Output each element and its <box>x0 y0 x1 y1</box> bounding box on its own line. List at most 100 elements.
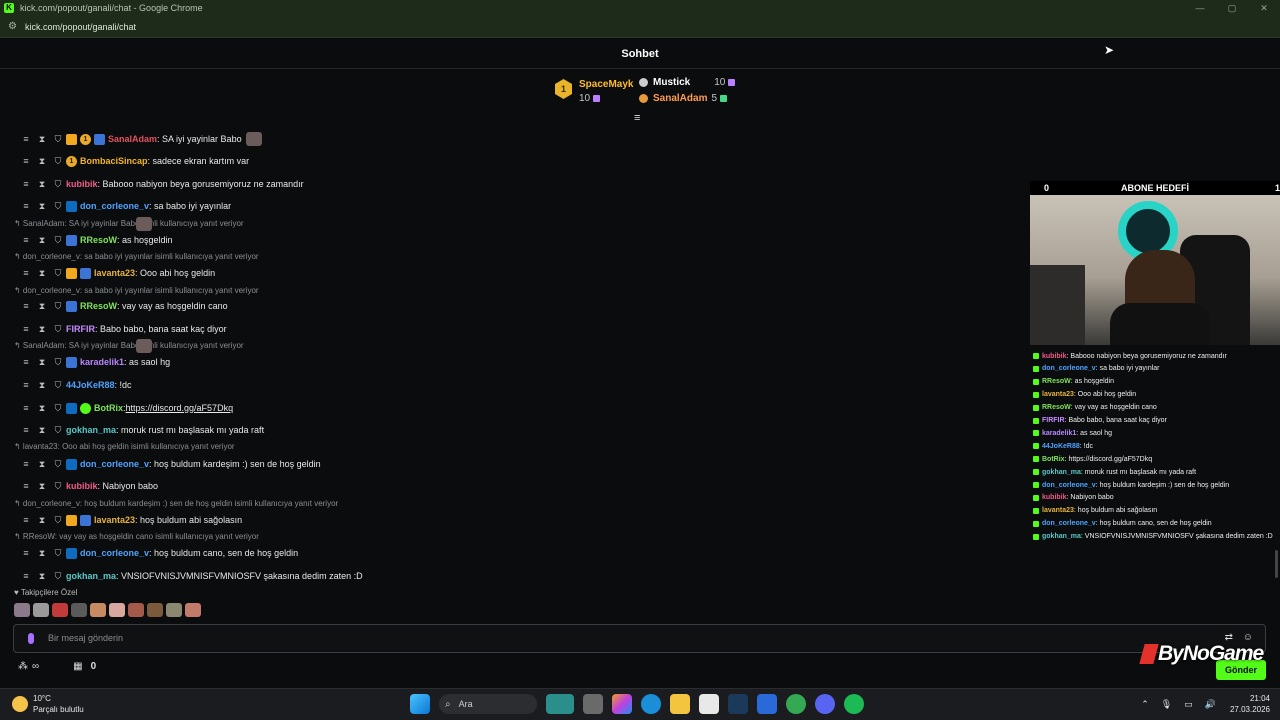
chat-message[interactable]: ≡ ⧗ ⛉ gokhan_ma: VNSIOFVNISJVMNISFVMNIOSFV … <box>18 570 362 582</box>
gift-counter-icon[interactable]: ⁂ <box>18 661 28 672</box>
clock[interactable]: 21:04 27.03.2026 <box>1230 693 1270 715</box>
emote-icon[interactable] <box>52 603 68 617</box>
emote-icon[interactable] <box>147 603 163 617</box>
network-icon[interactable]: ▭ <box>1184 699 1193 710</box>
ban-icon[interactable]: ⛉ <box>50 459 66 470</box>
ban-icon[interactable]: ⛉ <box>50 179 66 190</box>
delete-icon[interactable]: ≡ <box>18 548 34 558</box>
timeout-icon[interactable]: ⧗ <box>34 403 50 414</box>
chat-username[interactable]: gokhan_ma <box>66 571 116 581</box>
leader-name[interactable]: SpaceMayk <box>579 79 633 90</box>
timeout-icon[interactable]: ⧗ <box>34 515 50 526</box>
ban-icon[interactable]: ⛉ <box>50 134 66 145</box>
reply-reference[interactable]: ↰ SanalAdam: SA iyi yayinlar Babo <box>14 219 139 228</box>
url-text[interactable]: kick.com/popout/ganali/chat <box>25 22 136 32</box>
reply-reference[interactable]: ↰ don_corleone_v: hoş buldum kardeşim :)… <box>14 499 338 508</box>
timeout-icon[interactable]: ⧗ <box>34 481 50 492</box>
chat-username[interactable]: RResoW <box>80 235 117 245</box>
chat-message-list[interactable]: ≡ ⧗ ⛉ 1 SanalAdam: SA iyi yayinlar Babo ≡ ⧗ ⛉ 1 B… <box>0 120 1030 582</box>
reply-reference[interactable]: ↰ don_corleone_v: sa babo iyi yayınlar i… <box>14 252 259 261</box>
reply-reference[interactable]: isimli kullanıcıya yanıt veriyor <box>140 341 244 350</box>
ban-icon[interactable]: ⛉ <box>50 380 66 391</box>
delete-icon[interactable]: ≡ <box>18 481 34 491</box>
chat-message[interactable]: ≡ ⧗ ⛉ lavanta23: Ooo abi hoş geldin <box>18 267 215 279</box>
timeout-icon[interactable]: ⧗ <box>34 425 50 436</box>
reply-reference[interactable]: ↰ SanalAdam: SA iyi yayinlar Babo <box>14 341 139 350</box>
leader-name[interactable]: SanalAdam <box>653 93 707 104</box>
chat-message[interactable]: ≡ ⧗ ⛉ don_corleone_v: hoş buldum cano, sen … <box>18 547 298 559</box>
maximize-button[interactable]: ▢ <box>1216 0 1248 16</box>
ban-icon[interactable]: ⛉ <box>50 515 66 526</box>
chat-link[interactable]: https://discord.gg/aF57Dkq <box>126 403 234 413</box>
ban-icon[interactable]: ⛉ <box>50 235 66 246</box>
ban-icon[interactable]: ⛉ <box>50 156 66 167</box>
timeout-icon[interactable]: ⧗ <box>34 156 50 167</box>
chat-message[interactable]: ≡ ⧗ ⛉ kubibik: Nabiyon babo <box>18 480 158 492</box>
close-button[interactable]: ✕ <box>1248 0 1280 16</box>
ban-icon[interactable]: ⛉ <box>50 268 66 279</box>
microphone-tray-icon[interactable]: 🎙 <box>1161 699 1172 710</box>
reply-reference[interactable]: ↰ RResoW: vay vay as hoşgeldin cano isim… <box>14 532 259 541</box>
emote-icon[interactable] <box>14 603 30 617</box>
emote-icon[interactable] <box>128 603 144 617</box>
chat-username[interactable]: RResoW <box>80 301 117 311</box>
chat-message[interactable]: ≡ ⧗ ⛉ RResoW: vay vay as hoşgeldin cano <box>18 300 228 312</box>
delete-icon[interactable]: ≡ <box>18 156 34 166</box>
delete-icon[interactable]: ≡ <box>18 179 34 189</box>
timeout-icon[interactable]: ⧗ <box>34 179 50 190</box>
chat-message[interactable]: ≡ ⧗ ⛉ 44JoKeR88: !dc <box>18 379 131 391</box>
ban-icon[interactable]: ⛉ <box>50 357 66 368</box>
delete-icon[interactable]: ≡ <box>18 515 34 525</box>
widgets-icon[interactable] <box>546 694 574 714</box>
delete-icon[interactable]: ≡ <box>18 324 34 334</box>
chat-username[interactable]: don_corleone_v <box>80 201 149 211</box>
mail-icon[interactable] <box>757 694 777 714</box>
chat-username[interactable]: kubibik <box>66 481 98 491</box>
copilot-icon[interactable] <box>612 694 632 714</box>
chat-username[interactable]: SanalAdam <box>108 134 157 144</box>
emote-icon[interactable] <box>185 603 201 617</box>
leader-name[interactable]: Mustick <box>653 77 690 88</box>
ban-icon[interactable]: ⛉ <box>50 403 66 414</box>
chat-message[interactable]: ≡ ⧗ ⛉ don_corleone_v: hoş buldum kardeşim :… <box>18 458 321 470</box>
task-view-icon[interactable] <box>583 694 603 714</box>
emote-icon[interactable] <box>166 603 182 617</box>
start-icon[interactable] <box>410 694 430 714</box>
store-icon[interactable] <box>699 694 719 714</box>
volume-icon[interactable]: 🔊 <box>1205 699 1216 710</box>
chat-message[interactable]: ≡ ⧗ ⛉ FIRFIR: Babo babo, bana saat kaç diyo… <box>18 323 226 335</box>
timeout-icon[interactable]: ⧗ <box>34 201 50 212</box>
ban-icon[interactable]: ⛉ <box>50 425 66 436</box>
delete-icon[interactable]: ≡ <box>18 403 34 413</box>
chat-username[interactable]: FIRFIR <box>66 324 95 334</box>
chat-message[interactable]: ≡ ⧗ ⛉ RResoW: as hoşgeldin <box>18 234 173 246</box>
timeout-icon[interactable]: ⧗ <box>34 571 50 582</box>
microphone-icon[interactable] <box>28 633 34 644</box>
reply-reference[interactable]: isimli kullanıcıya yanıt veriyor <box>140 219 244 228</box>
chat-username[interactable]: don_corleone_v <box>80 459 149 469</box>
chat-username[interactable]: BotRix <box>94 403 123 413</box>
delete-icon[interactable]: ≡ <box>18 235 34 245</box>
steam-icon[interactable] <box>728 694 748 714</box>
timeout-icon[interactable]: ⧗ <box>34 459 50 470</box>
delete-icon[interactable]: ≡ <box>18 357 34 367</box>
chat-username[interactable]: don_corleone_v <box>80 548 149 558</box>
delete-icon[interactable]: ≡ <box>18 301 34 311</box>
leaderboard-third[interactable]: SanalAdam 5 <box>639 93 728 104</box>
chat-username[interactable]: kubibik <box>66 179 98 189</box>
folder-icon[interactable] <box>670 694 690 714</box>
chat-username[interactable]: lavanta23 <box>94 515 135 525</box>
delete-icon[interactable]: ≡ <box>18 571 34 581</box>
ban-icon[interactable]: ⛉ <box>50 481 66 492</box>
spotify-icon[interactable] <box>844 694 864 714</box>
delete-icon[interactable]: ≡ <box>18 201 34 211</box>
delete-icon[interactable]: ≡ <box>18 268 34 278</box>
chat-username[interactable]: karadelik1 <box>80 357 124 367</box>
emote-icon[interactable] <box>71 603 87 617</box>
timeout-icon[interactable]: ⧗ <box>34 268 50 279</box>
delete-icon[interactable]: ≡ <box>18 425 34 435</box>
chat-message[interactable]: ≡ ⧗ ⛉ karadelik1: as saol hg <box>18 356 170 368</box>
site-info-icon[interactable]: ⚙ <box>8 21 17 32</box>
chat-username[interactable]: BombaciSincap <box>80 156 148 166</box>
ban-icon[interactable]: ⛉ <box>50 548 66 559</box>
